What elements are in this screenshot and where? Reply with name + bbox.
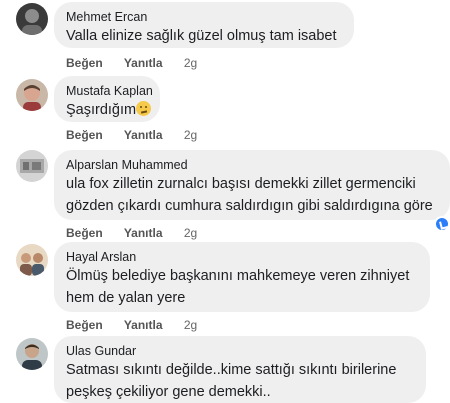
comment-timestamp[interactable]: 2g <box>184 226 197 240</box>
comment-actions: Beğen Yanıtla 2g <box>66 318 197 332</box>
comment-text: Satması sıkıntı değilde..kime sattığı sı… <box>66 362 397 378</box>
thinking-face-icon <box>136 101 152 116</box>
comment-bubble: Mustafa Kaplan Şaşırdığım <box>54 76 160 122</box>
comment-text: gözden çıkardı cumhura saldırdıgın gibi … <box>66 198 433 214</box>
comment-text: peşkeş çekiliyor gene demekki.. <box>66 384 271 400</box>
comment-bubble: Ulas Gundar Satması sıkıntı değilde..kim… <box>54 336 426 403</box>
reply-button[interactable]: Yanıtla <box>124 56 163 70</box>
like-button[interactable]: Beğen <box>66 318 103 332</box>
like-button[interactable]: Beğen <box>66 128 103 142</box>
comment-author[interactable]: Ulas Gundar <box>66 343 414 359</box>
like-button[interactable]: Beğen <box>66 226 103 240</box>
comment-bubble: Hayal Arslan Ölmüş belediye başkanını ma… <box>54 242 430 312</box>
reply-button[interactable]: Yanıtla <box>124 128 163 142</box>
like-reaction-icon[interactable] <box>434 216 450 232</box>
comment-timestamp[interactable]: 2g <box>184 56 197 70</box>
comment-author[interactable]: Mustafa Kaplan <box>66 83 153 99</box>
avatar[interactable] <box>16 79 48 111</box>
comment-bubble: Mehmet Ercan Valla elinize sağlık güzel … <box>54 2 354 48</box>
comment-author[interactable]: Alparslan Muhammed <box>66 157 438 173</box>
comment-actions: Beğen Yanıtla 2g <box>66 56 197 70</box>
comment-actions: Beğen Yanıtla 2g <box>66 128 197 142</box>
avatar[interactable] <box>16 244 48 276</box>
avatar[interactable] <box>16 338 48 370</box>
comment-text: Şaşırdığım <box>66 99 152 121</box>
reply-button[interactable]: Yanıtla <box>124 318 163 332</box>
avatar[interactable] <box>16 3 48 35</box>
comment-text: hem de yalan yere <box>66 290 186 306</box>
comment-text: Valla elinize sağlık güzel olmuş tam isa… <box>66 28 337 44</box>
like-button[interactable]: Beğen <box>66 56 103 70</box>
avatar[interactable] <box>16 150 48 182</box>
comment-author[interactable]: Mehmet Ercan <box>66 9 342 25</box>
comment-text: ula fox zilletin zurnalcı başısı demekki… <box>66 176 416 192</box>
comment-bubble: Alparslan Muhammed ula fox zilletin zurn… <box>54 150 450 220</box>
comment-timestamp[interactable]: 2g <box>184 318 197 332</box>
comment-text: Ölmüş belediye başkanını mahkemeye veren… <box>66 268 410 284</box>
comment-actions: Beğen Yanıtla 2g <box>66 226 197 240</box>
comment-author[interactable]: Hayal Arslan <box>66 249 418 265</box>
reply-button[interactable]: Yanıtla <box>124 226 163 240</box>
comment-timestamp[interactable]: 2g <box>184 128 197 142</box>
